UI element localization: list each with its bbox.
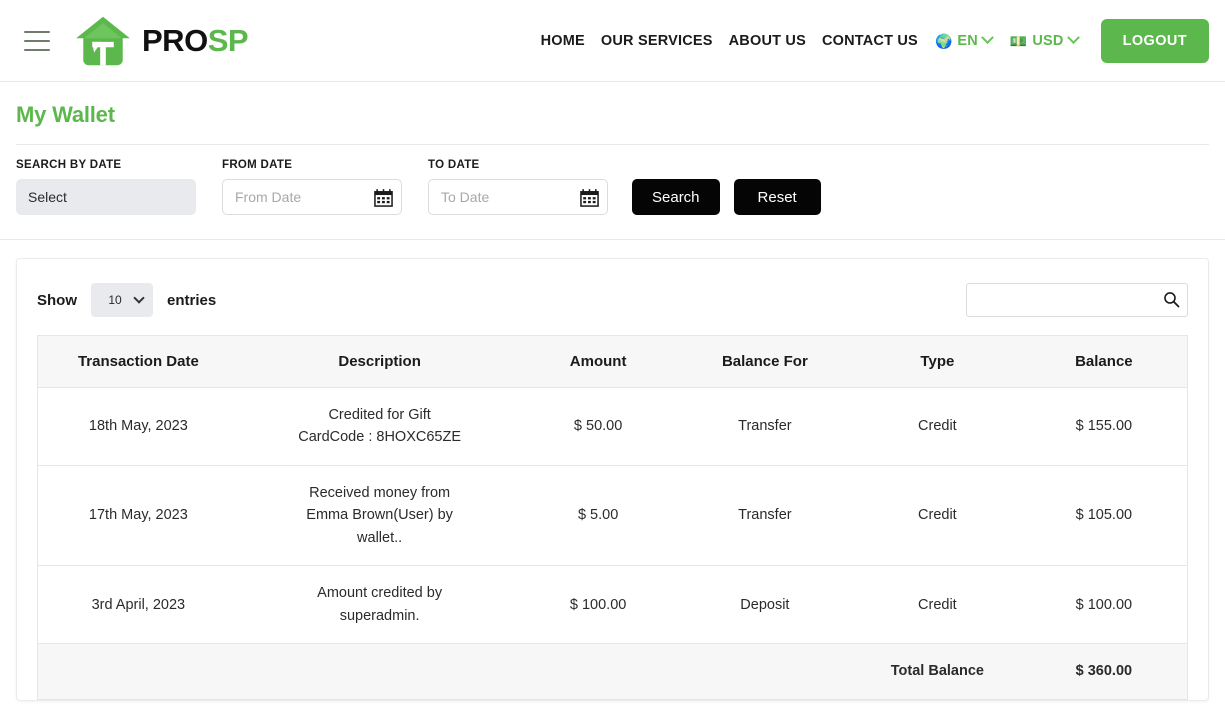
cell-description: Amount credited by superadmin. xyxy=(238,565,521,645)
site-header: PROSP HOME OUR SERVICES ABOUT US CONTACT… xyxy=(0,0,1225,82)
cell-balance-for: Transfer xyxy=(675,387,854,466)
wallet-table-card: Show 10 entries Transaction Date Descrip… xyxy=(16,258,1209,701)
total-spacer-cell xyxy=(36,643,239,700)
language-selector[interactable]: 🌍 EN xyxy=(926,31,1001,49)
cell-balance-for: Transfer xyxy=(675,465,854,567)
hamburger-bar xyxy=(24,39,50,42)
brand-wordmark: PROSP xyxy=(142,23,249,58)
reset-button[interactable]: Reset xyxy=(733,179,821,215)
table-search-input[interactable] xyxy=(966,283,1188,317)
total-spacer-cell xyxy=(675,643,854,700)
cell-balance: $ 105.00 xyxy=(1020,465,1188,567)
language-code: EN xyxy=(957,32,978,49)
to-date-field: TO DATE xyxy=(402,159,608,215)
from-date-input[interactable] xyxy=(222,179,402,215)
nav-item-about-us[interactable]: ABOUT US xyxy=(721,33,814,49)
cell-description: Received money from Emma Brown(User) by … xyxy=(238,465,521,567)
cell-type: Credit xyxy=(854,387,1021,466)
table-row: 18th May, 2023 Credited for Gift CardCod… xyxy=(36,387,1188,466)
to-date-input[interactable] xyxy=(428,179,608,215)
brand-text-pro: PRO xyxy=(142,23,208,58)
column-balance[interactable]: Balance xyxy=(1020,335,1188,388)
cell-transaction-date: 17th May, 2023 xyxy=(36,465,239,567)
chevron-down-icon xyxy=(133,292,145,304)
cell-type: Credit xyxy=(854,565,1021,645)
table-body: 18th May, 2023 Credited for Gift CardCod… xyxy=(36,387,1188,700)
cell-type: Credit xyxy=(854,465,1021,567)
page-length-select[interactable]: 10 xyxy=(91,283,153,317)
search-button[interactable]: Search xyxy=(632,179,720,215)
hamburger-bar xyxy=(24,30,50,33)
table-header: Transaction Date Description Amount Bala… xyxy=(36,335,1188,388)
cell-balance: $ 100.00 xyxy=(1020,565,1188,645)
cell-transaction-date: 3rd April, 2023 xyxy=(36,565,239,645)
table-controls: Show 10 entries xyxy=(37,279,1188,335)
search-by-date-field: SEARCH BY DATE Select xyxy=(16,159,196,215)
globe-icon: 🌍 xyxy=(934,32,953,49)
total-balance-value: $ 360.00 xyxy=(1020,643,1188,700)
wallet-transactions-table: Transaction Date Description Amount Bala… xyxy=(36,335,1188,700)
description-line: superadmin. xyxy=(339,607,420,624)
banknote-icon: 💵 xyxy=(1009,32,1028,49)
from-date-label: FROM DATE xyxy=(222,159,293,171)
to-date-label: TO DATE xyxy=(428,159,480,171)
search-by-date-label: SEARCH BY DATE xyxy=(16,159,122,171)
hamburger-bar xyxy=(24,48,50,51)
cell-amount: $ 50.00 xyxy=(520,387,676,466)
cell-transaction-date: 18th May, 2023 xyxy=(36,387,239,466)
column-amount[interactable]: Amount xyxy=(520,335,676,388)
description-line: Received money from xyxy=(309,484,451,501)
nav-item-contact-us[interactable]: CONTACT US xyxy=(814,33,926,49)
from-date-field: FROM DATE xyxy=(196,159,402,215)
show-entries-control: Show 10 entries xyxy=(37,283,216,317)
table-header-row: Transaction Date Description Amount Bala… xyxy=(36,335,1188,388)
hamburger-menu-icon[interactable] xyxy=(24,30,50,51)
brand-text-sp: SP xyxy=(207,23,249,58)
column-type[interactable]: Type xyxy=(854,335,1021,388)
table-row: 3rd April, 2023 Amount credited by super… xyxy=(36,565,1188,645)
search-by-date-select[interactable]: Select xyxy=(16,179,196,215)
page-title: My Wallet xyxy=(16,102,115,127)
total-spacer-cell xyxy=(238,643,521,700)
entries-label: entries xyxy=(167,291,217,309)
brand-logo-link[interactable]: PROSP xyxy=(74,15,249,67)
cell-balance-for: Deposit xyxy=(675,565,854,645)
description-line: CardCode : 8HOXC65ZE xyxy=(298,429,462,446)
main-navigation: HOME OUR SERVICES ABOUT US CONTACT US 🌍 … xyxy=(541,18,1209,63)
page-length-value: 10 xyxy=(108,293,122,307)
chevron-down-icon xyxy=(1066,31,1080,45)
description-line: Amount credited by xyxy=(317,585,443,602)
column-balance-for[interactable]: Balance For xyxy=(675,335,854,388)
cell-balance: $ 155.00 xyxy=(1020,387,1188,466)
description-line: wallet.. xyxy=(357,529,403,546)
currency-code: USD xyxy=(1032,32,1064,49)
description-line: Credited for Gift xyxy=(328,407,431,423)
column-transaction-date[interactable]: Transaction Date xyxy=(36,335,239,388)
house-tool-logo-icon xyxy=(76,16,130,65)
column-description[interactable]: Description xyxy=(238,335,521,388)
table-search xyxy=(966,283,1188,317)
cell-amount: $ 100.00 xyxy=(520,565,676,645)
show-label: Show xyxy=(37,291,77,309)
total-spacer-cell xyxy=(520,643,676,700)
cell-amount: $ 5.00 xyxy=(520,465,676,567)
logout-button[interactable]: LOGOUT xyxy=(1100,18,1209,63)
total-balance-label: Total Balance xyxy=(854,643,1021,700)
table-row: 17th May, 2023 Received money from Emma … xyxy=(36,465,1188,567)
nav-item-home[interactable]: HOME xyxy=(541,33,593,49)
total-balance-row: Total Balance $ 360.00 xyxy=(36,643,1188,700)
filter-bar: SEARCH BY DATE Select FROM DATE From Dat… xyxy=(0,145,1225,215)
currency-selector[interactable]: 💵 USD xyxy=(1001,31,1087,49)
nav-item-our-services[interactable]: OUR SERVICES xyxy=(593,33,721,49)
description-line: Emma Brown(User) by xyxy=(306,507,453,524)
cell-description: Credited for Gift CardCode : 8HOXC65ZE xyxy=(238,387,521,466)
chevron-down-icon xyxy=(981,31,994,45)
filter-divider xyxy=(0,239,1225,240)
